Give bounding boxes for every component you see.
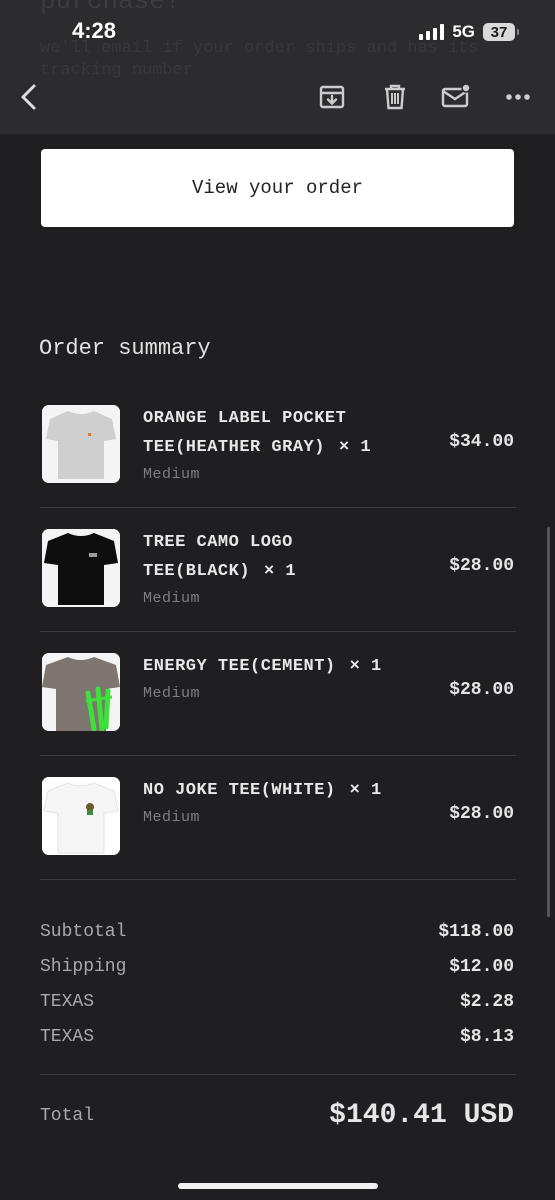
top-bar: purchase! we'll email if your order ship… <box>0 0 555 134</box>
item-quantity: × 1 <box>264 562 297 581</box>
divider <box>40 1074 516 1075</box>
item-price: $34.00 <box>449 432 514 452</box>
item-price: $28.00 <box>449 680 514 700</box>
signal-icon <box>419 24 445 40</box>
shipping-value: $12.00 <box>449 956 514 977</box>
list-item[interactable]: NO JOKE TEE(WHITE) × 1 Medium $28.00 <box>40 756 516 880</box>
more-icon[interactable] <box>503 82 533 112</box>
tax-value: $8.13 <box>459 1026 514 1047</box>
trash-icon[interactable] <box>380 82 410 112</box>
tax-label: TEXAS <box>40 1026 95 1047</box>
cement-tee-thumbnail <box>42 653 120 731</box>
subtotal-row: Subtotal $118.00 <box>40 914 514 949</box>
shipping-label: Shipping <box>40 956 127 977</box>
item-variant: Medium <box>143 590 201 607</box>
scrollbar[interactable] <box>547 527 550 917</box>
tax-row: TEXAS $2.28 <box>40 984 514 1019</box>
tax-label: TEXAS <box>40 991 95 1012</box>
status-indicators: 5G 37 <box>419 22 519 42</box>
item-name: ENERGY TEE(CEMENT) <box>143 657 336 676</box>
list-item[interactable]: ORANGE LABEL POCKET TEE(HEATHER GRAY) × 1… <box>40 384 516 508</box>
view-order-button[interactable]: View your order <box>41 149 514 227</box>
shipping-row: Shipping $12.00 <box>40 949 514 984</box>
mail-icon[interactable] <box>441 82 471 112</box>
total-value: $140.41 USD <box>329 1100 514 1131</box>
item-quantity: × 1 <box>349 781 382 800</box>
order-summary-title: Order summary <box>39 336 211 361</box>
order-items-list: ORANGE LABEL POCKET TEE(HEATHER GRAY) × 1… <box>40 384 516 880</box>
total-row: Total $140.41 USD <box>40 1100 514 1131</box>
tax-value: $2.28 <box>459 991 514 1012</box>
tax-row: TEXAS $8.13 <box>40 1019 514 1054</box>
email-heading-behind: purchase! <box>40 0 181 16</box>
home-indicator[interactable] <box>178 1183 378 1189</box>
black-tee-thumbnail <box>42 529 120 607</box>
totals-section: Subtotal $118.00 Shipping $12.00 TEXAS $… <box>40 914 514 1054</box>
item-name: ORANGE LABEL POCKET TEE(HEATHER GRAY) <box>143 409 347 457</box>
subtotal-value: $118.00 <box>438 921 514 942</box>
total-label: Total <box>40 1105 95 1126</box>
item-price: $28.00 <box>449 556 514 576</box>
back-icon[interactable] <box>14 82 44 112</box>
list-item[interactable]: ENERGY TEE(CEMENT) × 1 Medium $28.00 <box>40 632 516 756</box>
network-type: 5G <box>452 22 475 41</box>
list-item[interactable]: TREE CAMO LOGO TEE(BLACK) × 1 Medium $28.… <box>40 508 516 632</box>
white-tee-thumbnail <box>42 777 120 855</box>
subtotal-label: Subtotal <box>40 921 127 942</box>
item-quantity: × 1 <box>338 438 372 457</box>
heather-gray-tee-thumbnail <box>42 405 120 483</box>
item-price: $28.00 <box>449 804 514 824</box>
email-subheading-behind: we'll email if your order ships and has … <box>40 39 479 80</box>
item-variant: Medium <box>143 685 201 702</box>
archive-icon[interactable] <box>317 82 347 112</box>
status-time: 4:28 <box>72 18 117 43</box>
item-variant: Medium <box>143 466 201 483</box>
item-name: NO JOKE TEE(WHITE) <box>143 781 336 800</box>
item-quantity: × 1 <box>349 657 382 676</box>
battery-icon: 37 <box>483 23 519 41</box>
item-variant: Medium <box>143 809 201 826</box>
